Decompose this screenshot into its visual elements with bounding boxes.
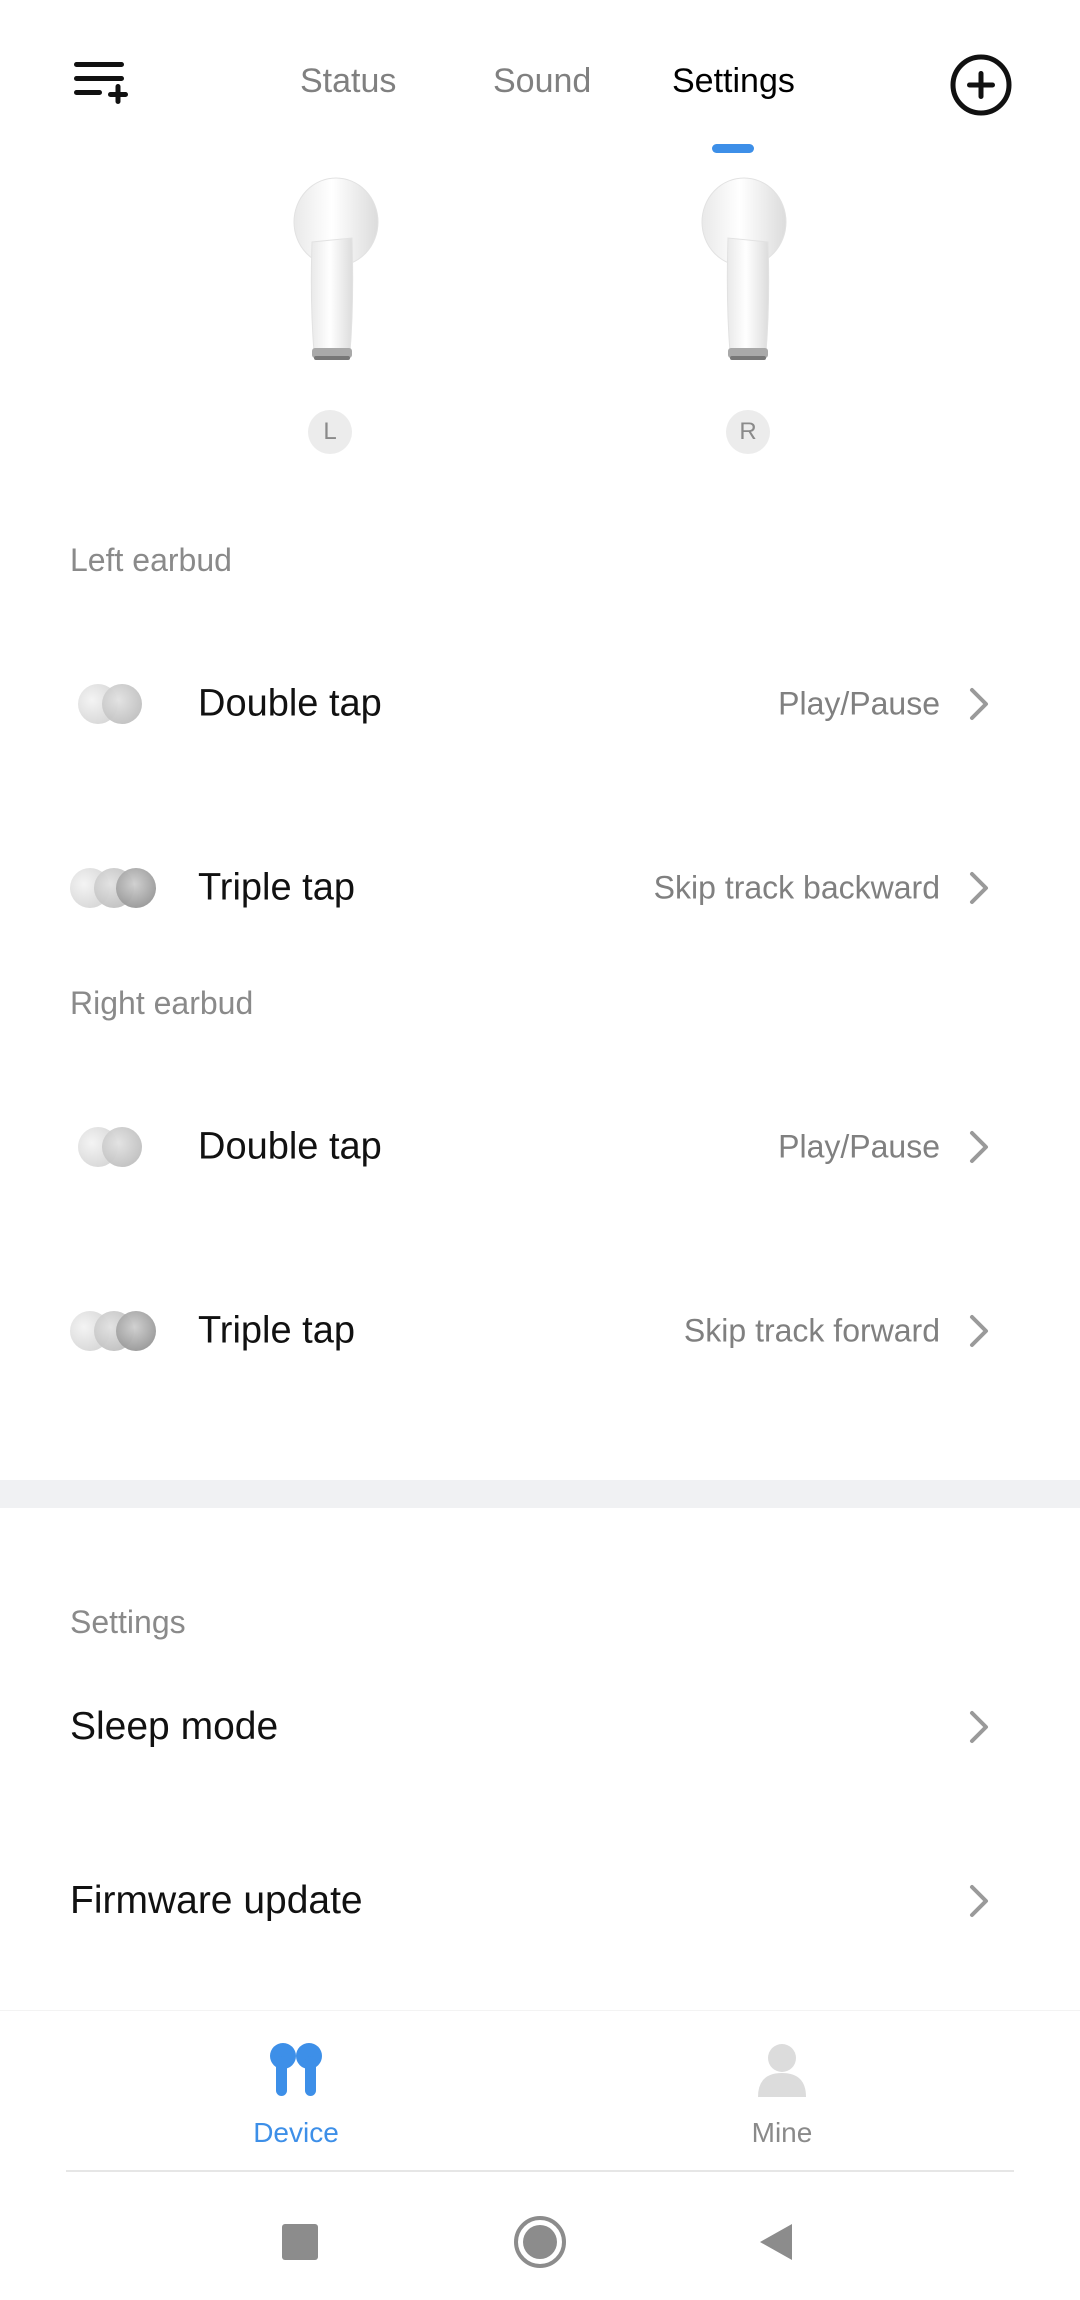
chevron-right-icon — [970, 872, 988, 904]
home-circle-icon[interactable] — [510, 2212, 570, 2272]
chevron-right-icon — [970, 1711, 988, 1743]
right-earbud-badge: R — [726, 410, 770, 454]
triple-tap-icon — [70, 868, 156, 908]
active-tab-indicator — [712, 144, 754, 153]
circle-plus-icon[interactable] — [948, 52, 1014, 118]
person-icon — [758, 2044, 806, 2097]
bottom-nav: Device Mine — [0, 2010, 1080, 2171]
row-title: Triple tap — [198, 1309, 355, 1352]
row-value: Skip track backward — [653, 869, 940, 906]
tab-sound[interactable]: Sound — [493, 62, 591, 101]
nav-label: Mine — [751, 2117, 813, 2148]
left-earbud-image — [270, 172, 390, 372]
menu-add-icon[interactable] — [70, 56, 132, 112]
section-label-left-earbud: Left earbud — [70, 542, 232, 578]
back-triangle-icon[interactable] — [746, 2212, 806, 2272]
left-triple-tap-row[interactable]: Triple tap Skip track backward — [0, 808, 1080, 968]
row-title: Triple tap — [198, 866, 355, 909]
tab-settings[interactable]: Settings — [672, 62, 795, 101]
row-title: Firmware update — [70, 1879, 363, 1922]
nav-device[interactable]: Device — [196, 2041, 396, 2149]
left-double-tap-row[interactable]: Double tap Play/Pause — [0, 624, 1080, 784]
nav-label: Device — [253, 2117, 339, 2148]
section-label-settings: Settings — [70, 1604, 186, 1640]
chevron-right-icon — [970, 1885, 988, 1917]
row-value: Play/Pause — [778, 1128, 940, 1165]
section-label-right-earbud: Right earbud — [70, 985, 254, 1021]
chevron-right-icon — [970, 1131, 988, 1163]
chevron-right-icon — [970, 688, 988, 720]
right-triple-tap-row[interactable]: Triple tap Skip track forward — [0, 1251, 1080, 1411]
firmware-update-row[interactable]: Firmware update — [0, 1826, 1080, 1976]
sleep-mode-row[interactable]: Sleep mode — [0, 1652, 1080, 1802]
section-divider — [0, 1480, 1080, 1508]
earbuds-icon — [270, 2043, 322, 2096]
row-value: Skip track forward — [683, 1312, 940, 1349]
right-earbud-image — [690, 172, 810, 372]
row-value: Play/Pause — [778, 685, 940, 722]
double-tap-icon — [78, 684, 142, 724]
row-title: Double tap — [198, 682, 382, 725]
row-title: Double tap — [198, 1125, 382, 1168]
row-title: Sleep mode — [70, 1705, 279, 1748]
left-earbud-badge: L — [308, 410, 352, 454]
double-tap-icon — [78, 1127, 142, 1167]
triple-tap-icon — [70, 1311, 156, 1351]
recents-square-icon[interactable] — [270, 2212, 330, 2272]
nav-mine[interactable]: Mine — [682, 2041, 882, 2149]
tab-status[interactable]: Status — [300, 62, 396, 101]
chevron-right-icon — [970, 1315, 988, 1347]
nav-separator — [66, 2170, 1014, 2172]
right-double-tap-row[interactable]: Double tap Play/Pause — [0, 1067, 1080, 1227]
